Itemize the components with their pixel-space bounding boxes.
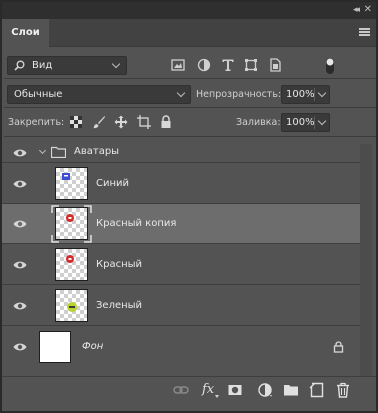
chevron-down-icon[interactable]	[317, 88, 327, 98]
layer-group-row[interactable]: Аватары	[2, 143, 360, 163]
layer-name: Зеленый	[96, 300, 143, 311]
panel-tab-bar: Слои	[2, 19, 376, 47]
adjustment-filter-icon[interactable]	[197, 58, 211, 72]
visibility-eye-icon[interactable]	[13, 219, 27, 229]
opacity-label: Непрозрачность:	[196, 89, 282, 100]
layer-name: Красный копия	[96, 218, 177, 229]
avatar	[62, 173, 70, 180]
new-adjustment-layer-icon[interactable]	[257, 382, 273, 398]
lock-pixels-icon[interactable]	[92, 115, 106, 129]
add-mask-icon[interactable]	[227, 382, 243, 398]
filter-toggle[interactable]	[325, 57, 335, 75]
lock-all-icon[interactable]	[159, 115, 173, 129]
filter-kind-label: Вид	[32, 60, 53, 71]
panel-title-strip: ◂◂ ✕	[2, 2, 376, 19]
image-filter-icon[interactable]	[171, 58, 185, 72]
shape-filter-icon[interactable]	[244, 58, 258, 72]
visibility-eye-icon[interactable]	[13, 342, 27, 352]
opacity-input[interactable]: 100%	[281, 85, 330, 104]
link-layers-icon[interactable]	[173, 382, 189, 398]
fill-value: 100%	[286, 117, 315, 128]
smart-object-filter-icon[interactable]	[268, 58, 282, 72]
blend-mode-value: Обычные	[14, 89, 63, 100]
lock-position-icon[interactable]	[114, 115, 128, 129]
layer-thumbnail	[55, 248, 88, 281]
divider	[314, 88, 315, 101]
divider	[4, 107, 376, 108]
fx-menu-arrow	[215, 395, 219, 398]
visibility-eye-icon[interactable]	[13, 148, 27, 158]
scrollbar[interactable]	[360, 144, 372, 376]
layer-thumbnail	[55, 167, 88, 200]
layer-row[interactable]: Красный	[2, 244, 360, 285]
chevron-down-icon[interactable]	[38, 146, 47, 155]
layers-list: Аватары Синий Красный копия Красный Зеле…	[2, 143, 376, 377]
layer-row[interactable]: Синий	[2, 163, 360, 204]
layer-name: Красный	[96, 259, 143, 270]
avatar	[67, 302, 77, 312]
fill-label: Заливка:	[236, 117, 281, 128]
new-group-icon[interactable]	[283, 382, 299, 398]
delete-layer-icon[interactable]	[335, 382, 351, 398]
divider	[4, 136, 376, 137]
lock-transparency-icon[interactable]	[69, 115, 83, 129]
collapse-panel-button[interactable]: ◂◂	[353, 5, 360, 15]
layers-panel: ◂◂ ✕ Слои Вид Обычные Непрозрачность: 10…	[0, 0, 378, 413]
blend-mode-select[interactable]: Обычные	[7, 85, 191, 104]
lock-icon[interactable]	[333, 341, 344, 353]
layer-name: Аватары	[74, 146, 120, 157]
fx-button[interactable]: fx	[202, 382, 214, 397]
chevron-down-icon	[111, 59, 121, 69]
opacity-value: 100%	[286, 89, 315, 100]
new-layer-icon[interactable]	[309, 382, 325, 398]
layer-name: Фон	[82, 341, 104, 352]
layer-row[interactable]: Красный копия	[2, 204, 360, 244]
search-icon	[14, 60, 25, 71]
visibility-eye-icon[interactable]	[13, 179, 27, 189]
folder-icon	[51, 146, 66, 158]
type-filter-icon[interactable]	[221, 58, 235, 72]
filter-kind-select[interactable]: Вид	[7, 56, 127, 75]
fill-input[interactable]: 100%	[281, 113, 330, 132]
lock-artboard-icon[interactable]	[137, 115, 151, 129]
divider	[314, 116, 315, 129]
close-panel-button[interactable]: ✕	[364, 4, 372, 15]
avatar	[66, 214, 74, 222]
visibility-eye-icon[interactable]	[13, 301, 27, 311]
layer-thumbnail	[55, 289, 88, 322]
panel-menu-icon[interactable]	[359, 28, 370, 36]
lock-label: Закрепить:	[8, 117, 65, 128]
layer-thumbnail	[39, 331, 71, 363]
background-layer-row[interactable]: Фон	[2, 326, 360, 367]
layer-name: Синий	[96, 178, 130, 189]
layer-row[interactable]: Зеленый	[2, 285, 360, 326]
tab-layers[interactable]: Слои	[2, 19, 49, 47]
chevron-down-icon	[176, 88, 186, 98]
visibility-eye-icon[interactable]	[13, 260, 27, 270]
layer-thumbnail	[55, 207, 88, 240]
avatar	[66, 255, 74, 263]
divider	[4, 78, 376, 79]
chevron-down-icon[interactable]	[317, 116, 327, 126]
